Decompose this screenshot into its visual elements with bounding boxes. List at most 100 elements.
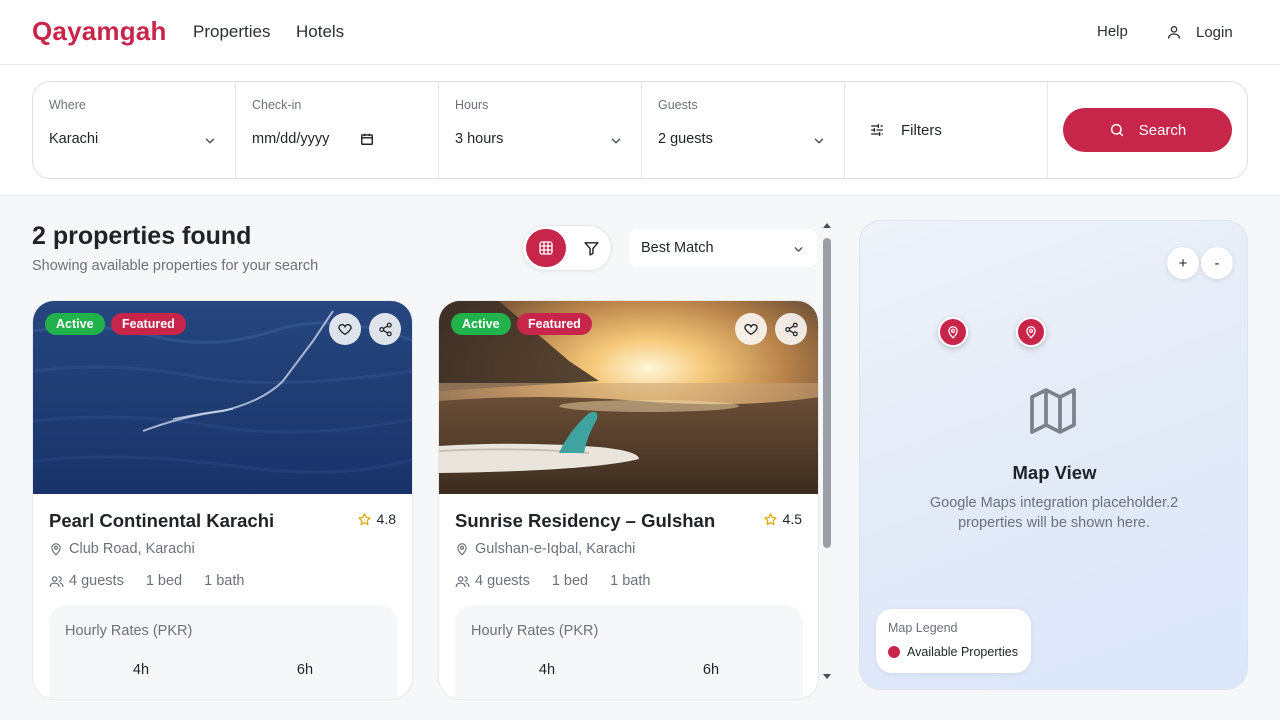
guests-value: 2 guests <box>658 131 713 147</box>
share-button[interactable] <box>775 313 807 345</box>
zoom-out-button[interactable]: - <box>1201 247 1233 279</box>
users-icon <box>49 575 64 587</box>
sort-value: Best Match <box>641 240 714 256</box>
guests-count: 4 guests <box>475 573 530 589</box>
legend-label: Available Properties <box>907 645 1018 659</box>
login-label: Login <box>1196 23 1233 41</box>
rate-hours: 4h <box>132 662 150 678</box>
location-pin-icon <box>948 326 958 339</box>
beds-count: 1 bed <box>145 573 183 589</box>
zoom-in-button[interactable]: + <box>1167 247 1199 279</box>
location-text: Gulshan-e-Iqbal, Karachi <box>475 541 636 557</box>
property-meta: 4 guests 1 bed 1 bath <box>455 573 650 589</box>
featured-badge: Featured <box>517 313 592 335</box>
legend-item: Available Properties <box>888 645 1018 659</box>
rating-value: 4.5 <box>782 511 802 527</box>
star-icon <box>763 512 777 525</box>
chevron-down-icon <box>205 138 215 144</box>
beds-count: 1 bed <box>551 573 589 589</box>
results-title: 2 properties found <box>32 222 252 250</box>
login-button[interactable]: Login <box>1166 22 1233 42</box>
rating: 4.8 <box>357 511 396 527</box>
filters-label: Filters <box>901 121 942 139</box>
search-label: Search <box>1138 121 1187 139</box>
grid-view-button[interactable] <box>526 229 566 267</box>
grid-icon <box>539 241 553 255</box>
chevron-down-icon <box>814 138 824 144</box>
search-section: Where Karachi Check-in mm/dd/yyyy Hours … <box>0 65 1280 196</box>
heart-icon <box>744 323 758 335</box>
top-header: Qayamgah Properties Hotels Help Login <box>0 0 1280 65</box>
legend-dot <box>888 646 900 658</box>
scrollbar[interactable] <box>820 222 834 690</box>
property-title[interactable]: Sunrise Residency – Gulshan <box>455 510 715 532</box>
checkin-field[interactable]: Check-in mm/dd/yyyy <box>236 82 439 178</box>
users-icon <box>455 575 470 587</box>
user-icon <box>1168 26 1180 39</box>
guests-field[interactable]: Guests 2 guests <box>642 82 845 178</box>
property-meta: 4 guests 1 bed 1 bath <box>49 573 244 589</box>
map-icon <box>1030 388 1076 434</box>
scroll-up-arrow-icon[interactable] <box>823 222 831 228</box>
status-badge: Active <box>451 313 511 335</box>
where-field[interactable]: Where Karachi <box>33 82 236 178</box>
calendar-icon[interactable] <box>360 132 374 146</box>
nav-hotels[interactable]: Hotels <box>296 22 344 42</box>
hours-label: Hours <box>455 98 489 112</box>
baths-count: 1 bath <box>204 573 245 589</box>
baths-count: 1 bath <box>610 573 651 589</box>
hourly-rates-panel: Hourly Rates (PKR) 4h 6h <box>455 605 803 699</box>
map-legend: Map Legend Available Properties <box>876 609 1031 673</box>
share-icon <box>784 322 798 336</box>
guests-count: 4 guests <box>69 573 124 589</box>
sort-select[interactable]: Best Match <box>629 229 817 267</box>
help-link[interactable]: Help <box>1097 23 1128 40</box>
chevron-down-icon <box>611 138 621 144</box>
rate-hours: 4h <box>538 662 556 678</box>
filter-view-button[interactable] <box>573 229 609 267</box>
chevron-down-icon <box>794 247 803 252</box>
location: Club Road, Karachi <box>49 541 195 557</box>
rate-hours: 6h <box>702 662 720 678</box>
scroll-down-arrow-icon[interactable] <box>823 674 831 680</box>
property-card[interactable]: Active Featured Pearl Continental Karach… <box>32 300 413 700</box>
map-marker[interactable] <box>1016 317 1046 347</box>
search-button-container: Search <box>1048 82 1247 178</box>
results-subtitle: Showing available properties for your se… <box>32 258 319 274</box>
location-text: Club Road, Karachi <box>69 541 195 557</box>
rate-hours: 6h <box>296 662 314 678</box>
legend-title: Map Legend <box>888 621 958 635</box>
location-pin-icon <box>457 543 467 556</box>
location-pin-icon <box>51 543 61 556</box>
scrollbar-thumb[interactable] <box>823 238 831 548</box>
hours-value: 3 hours <box>455 131 504 147</box>
rates-title: Hourly Rates (PKR) <box>65 623 193 639</box>
rating: 4.5 <box>763 511 802 527</box>
checkin-value: mm/dd/yyyy <box>252 131 330 147</box>
location-pin-icon <box>1026 326 1036 339</box>
filters-button[interactable]: Filters <box>845 82 1048 178</box>
favorite-button[interactable] <box>329 313 361 345</box>
hours-field[interactable]: Hours 3 hours <box>439 82 642 178</box>
map-marker[interactable] <box>938 317 968 347</box>
status-badge: Active <box>45 313 105 335</box>
checkin-label: Check-in <box>252 98 302 112</box>
search-button[interactable]: Search <box>1063 108 1232 152</box>
property-card[interactable]: Active Featured Sunrise Residency – Guls… <box>438 300 819 700</box>
where-label: Where <box>49 98 86 112</box>
location: Gulshan-e-Iqbal, Karachi <box>455 541 635 557</box>
map-description: Google Maps integration placeholder.2 pr… <box>929 495 1179 531</box>
share-icon <box>378 322 392 336</box>
search-bar: Where Karachi Check-in mm/dd/yyyy Hours … <box>32 81 1248 179</box>
search-icon <box>1110 123 1123 137</box>
favorite-button[interactable] <box>735 313 767 345</box>
featured-badge: Featured <box>111 313 186 335</box>
rates-title: Hourly Rates (PKR) <box>471 623 599 639</box>
share-button[interactable] <box>369 313 401 345</box>
rating-value: 4.8 <box>376 511 396 527</box>
property-title[interactable]: Pearl Continental Karachi <box>49 510 274 532</box>
nav-properties[interactable]: Properties <box>193 22 270 42</box>
logo[interactable]: Qayamgah <box>32 16 167 47</box>
where-value: Karachi <box>49 131 99 147</box>
map-panel[interactable]: + - Map View Google Maps integration pla… <box>859 220 1248 690</box>
